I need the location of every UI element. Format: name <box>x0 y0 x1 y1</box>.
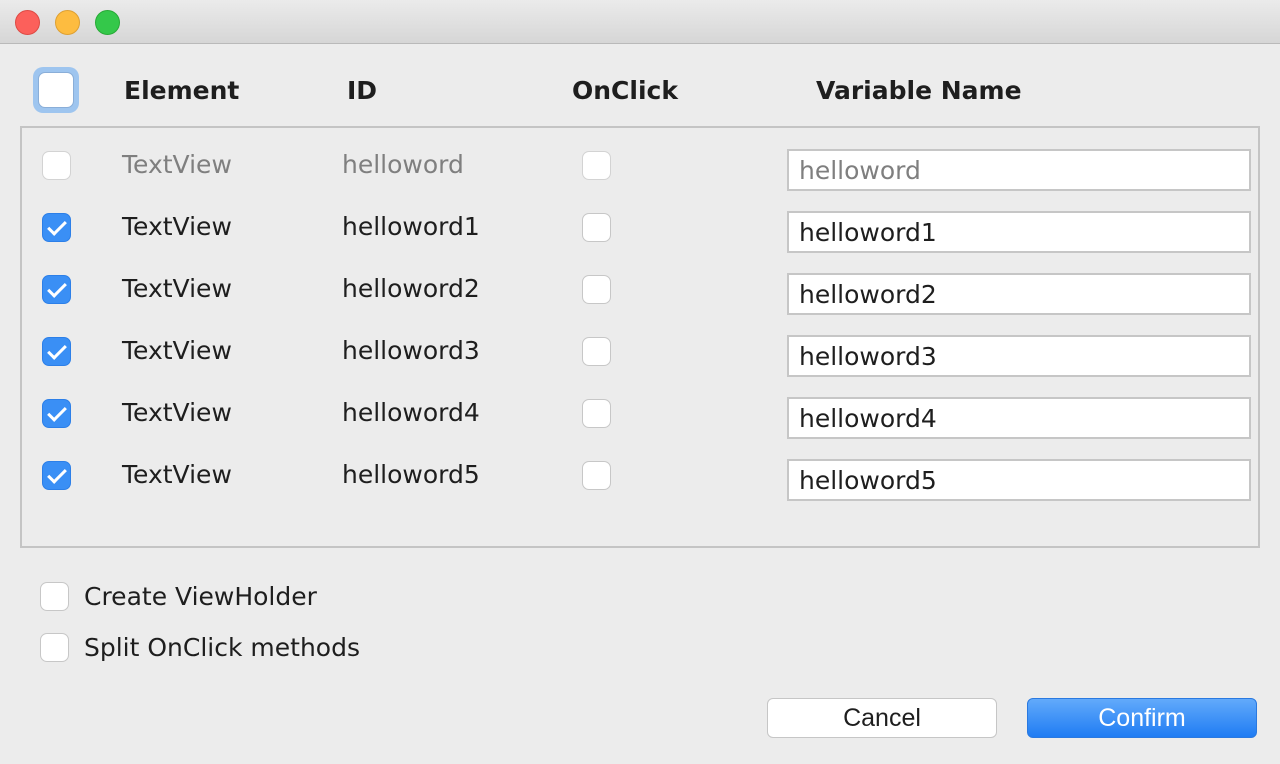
row-element-id: helloword2 <box>342 274 480 303</box>
row-variable-name-input[interactable] <box>787 459 1251 501</box>
row-select-checkbox[interactable] <box>42 399 71 428</box>
row-onclick-checkbox[interactable] <box>582 399 611 428</box>
row-onclick-checkbox[interactable] <box>582 275 611 304</box>
title-bar <box>0 0 1280 44</box>
row-element-type: TextView <box>122 212 232 241</box>
row-variable-name-input[interactable] <box>787 335 1251 377</box>
row-variable-name-input[interactable] <box>787 149 1251 191</box>
row-onclick-checkbox[interactable] <box>582 213 611 242</box>
minimize-window-button[interactable] <box>55 10 80 35</box>
split-onclick-label: Split OnClick methods <box>84 633 360 662</box>
row-select-checkbox[interactable] <box>42 337 71 366</box>
row-onclick-checkbox[interactable] <box>582 151 611 180</box>
column-header-id: ID <box>347 76 378 105</box>
row-onclick-checkbox[interactable] <box>582 337 611 366</box>
close-window-button[interactable] <box>15 10 40 35</box>
row-element-id: helloword5 <box>342 460 480 489</box>
row-variable-name-input[interactable] <box>787 397 1251 439</box>
table-row: TextView helloword5 <box>22 444 1258 506</box>
row-select-checkbox[interactable] <box>42 151 71 180</box>
elements-table: TextViewhellowordTextViewhelloword1TextV… <box>20 126 1260 548</box>
dialog-window: Element ID OnClick Variable Name TextVie… <box>0 0 1280 764</box>
row-element-type: TextView <box>122 398 232 427</box>
table-row: TextView helloword4 <box>22 382 1258 444</box>
create-viewholder-label: Create ViewHolder <box>84 582 317 611</box>
column-header-variable-name: Variable Name <box>816 76 1022 105</box>
row-variable-name-input[interactable] <box>787 211 1251 253</box>
maximize-window-button[interactable] <box>95 10 120 35</box>
row-element-id: helloword4 <box>342 398 480 427</box>
table-row: TextView helloword <box>22 134 1258 196</box>
table-row: TextView helloword1 <box>22 196 1258 258</box>
row-onclick-checkbox[interactable] <box>582 461 611 490</box>
row-element-type: TextView <box>122 460 232 489</box>
row-element-type: TextView <box>122 336 232 365</box>
row-select-checkbox[interactable] <box>42 275 71 304</box>
row-element-id: helloword1 <box>342 212 480 241</box>
row-element-type: TextView <box>122 274 232 303</box>
row-element-type: TextView <box>122 150 232 179</box>
confirm-button[interactable]: Confirm <box>1027 698 1257 738</box>
row-select-checkbox[interactable] <box>42 461 71 490</box>
row-select-checkbox[interactable] <box>42 213 71 242</box>
row-variable-name-input[interactable] <box>787 273 1251 315</box>
table-row: TextView helloword3 <box>22 320 1258 382</box>
row-element-id: helloword3 <box>342 336 480 365</box>
column-header-element: Element <box>124 76 240 105</box>
create-viewholder-checkbox[interactable] <box>40 582 69 611</box>
cancel-button[interactable]: Cancel <box>767 698 997 738</box>
table-row: TextView helloword2 <box>22 258 1258 320</box>
split-onclick-checkbox[interactable] <box>40 633 69 662</box>
row-element-id: helloword <box>342 150 464 179</box>
column-header-onclick: OnClick <box>572 76 678 105</box>
table-header: Element ID OnClick Variable Name <box>0 64 1280 120</box>
